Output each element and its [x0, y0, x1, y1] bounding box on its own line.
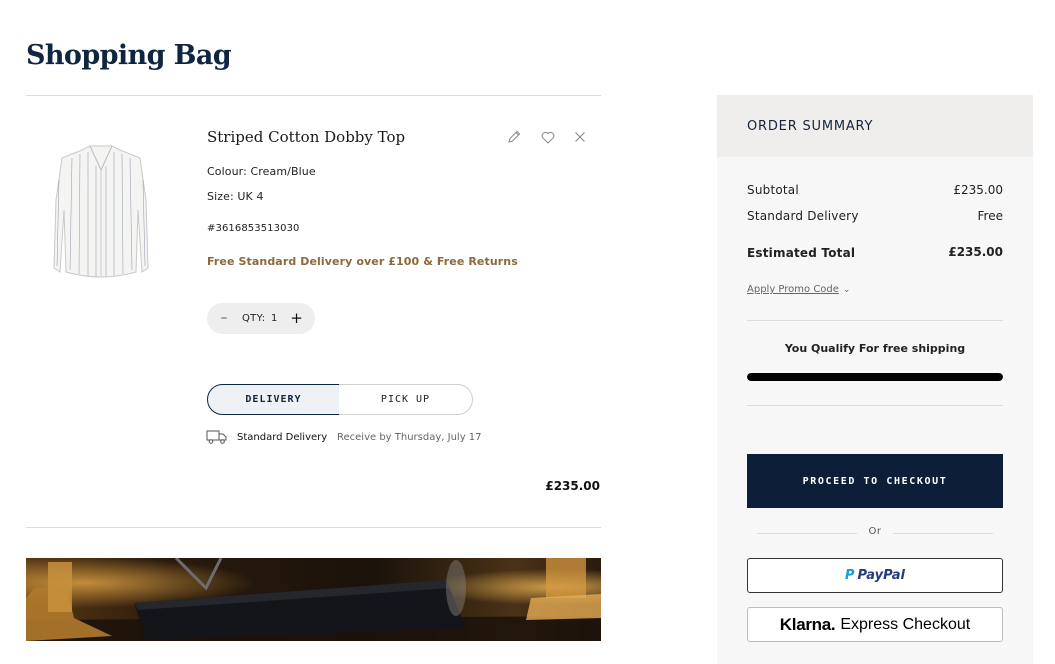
order-summary-panel: ORDER SUMMARY Subtotal £235.00 Standard …	[717, 95, 1033, 664]
item-size: Size: UK 4	[207, 190, 264, 203]
summary-divider-2	[747, 405, 1003, 406]
free-shipping-qualify-text: You Qualify For free shipping	[784, 342, 966, 355]
delivery-option-button[interactable]: DELIVERY	[207, 384, 340, 415]
chevron-down-icon: ⌄	[842, 285, 851, 295]
page-title: Shopping Bag	[26, 40, 232, 71]
qty-value: 1	[271, 313, 278, 324]
paypal-logo: P PayPal	[845, 568, 905, 583]
truck-icon	[206, 429, 228, 444]
estimated-total-label: Estimated Total	[747, 246, 856, 260]
standard-delivery-value: Free	[977, 209, 1003, 223]
or-line-right	[893, 533, 993, 534]
or-text: Or	[868, 526, 882, 537]
item-colour: Colour: Cream/Blue	[207, 165, 316, 178]
or-separator: Or	[747, 526, 1003, 540]
standard-delivery-label: Standard Delivery	[747, 209, 859, 223]
order-summary-title: ORDER SUMMARY	[747, 119, 874, 134]
item-name[interactable]: Striped Cotton Dobby Top	[207, 128, 405, 146]
paypal-button[interactable]: P PayPal	[747, 558, 1003, 593]
qty-increase-button[interactable]: +	[290, 310, 303, 326]
subtotal-value: £235.00	[953, 183, 1003, 197]
subtotal-label: Subtotal	[747, 183, 799, 197]
pickup-option-button[interactable]: PICK UP	[339, 384, 473, 415]
product-image[interactable]	[50, 140, 152, 282]
qty-decrease-button[interactable]: –	[218, 311, 230, 325]
free-shipping-progress-fill	[747, 373, 1003, 381]
delivery-method: Standard Delivery	[237, 432, 328, 443]
order-summary-header: ORDER SUMMARY	[717, 95, 1033, 157]
close-icon[interactable]	[572, 129, 588, 145]
paypal-label: PayPal	[857, 568, 905, 583]
item-price: £235.00	[545, 479, 600, 493]
klarna-logo: Klarna.	[779, 614, 836, 634]
klarna-express-checkout-button[interactable]: Klarna. Express Checkout	[747, 607, 1003, 642]
free-shipping-progress-bar	[747, 373, 1003, 381]
item-divider	[26, 527, 601, 528]
estimated-total-value: £235.00	[948, 245, 1003, 259]
qty-label: QTY:	[242, 313, 266, 324]
proceed-to-checkout-button[interactable]: PROCEED TO CHECKOUT	[747, 454, 1003, 508]
quantity-stepper[interactable]: – QTY: 1 +	[207, 303, 315, 334]
klarna-express-label: Express Checkout	[840, 615, 971, 633]
heart-icon[interactable]	[540, 129, 556, 145]
paypal-p-icon: P	[845, 568, 855, 583]
apply-promo-code-label: Apply Promo Code	[747, 284, 839, 295]
summary-divider-1	[747, 320, 1003, 321]
promo-banner-image[interactable]	[26, 558, 601, 641]
edit-icon[interactable]	[506, 129, 522, 145]
delivery-promo-text: Free Standard Delivery over £100 & Free …	[207, 255, 518, 268]
delivery-eta: Receive by Thursday, July 17	[337, 432, 482, 443]
apply-promo-code-link[interactable]: Apply Promo Code ⌄	[747, 284, 850, 295]
header-divider	[26, 95, 601, 96]
item-sku: #3616853513030	[207, 223, 300, 234]
